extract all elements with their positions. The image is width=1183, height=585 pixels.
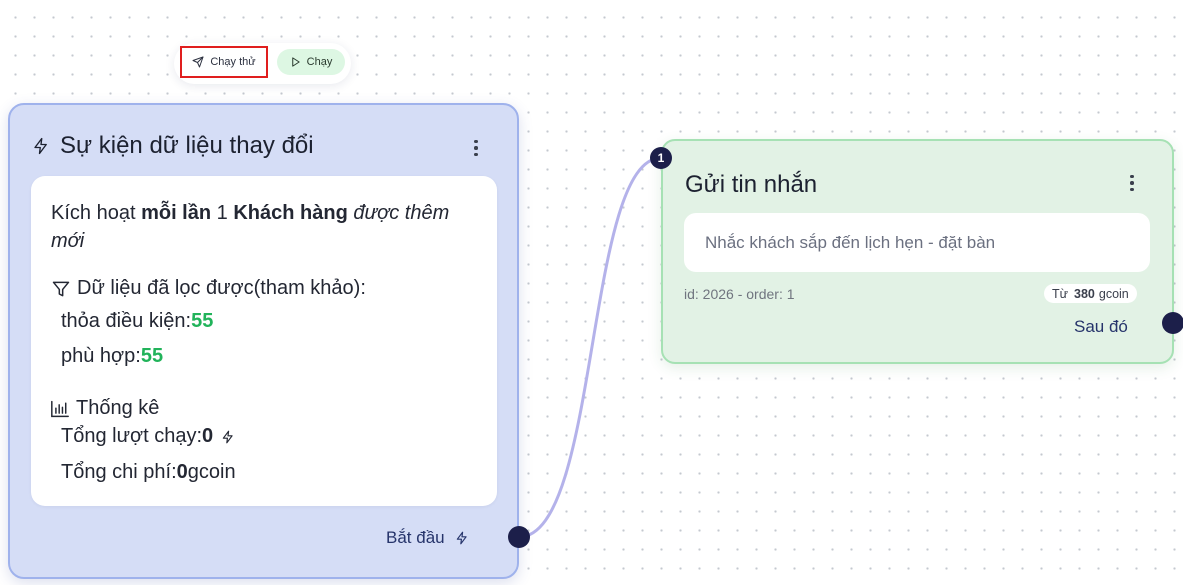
test-run-label: Chạy thử [210, 56, 256, 68]
cost-badge: Từ 380 gcoin [1044, 284, 1137, 303]
bar-chart-icon [51, 400, 69, 417]
connector-line [518, 156, 662, 539]
match-count: 55 [140, 345, 164, 367]
cost-amount: 380 [1074, 286, 1095, 301]
filter-icon [52, 281, 70, 296]
match-label: phù hợp: [61, 345, 141, 367]
trigger-output-handle[interactable] [508, 526, 530, 548]
trigger-menu-button[interactable] [468, 136, 484, 160]
next-output-label[interactable]: Sau đó [1074, 317, 1128, 337]
runs-row: Tổng lượt chạy: 0 [61, 425, 235, 448]
runs-count: 0 [202, 425, 214, 447]
filter-heading: Dữ liệu đã lọc được(tham khảo): [51, 277, 366, 300]
condition-row: thỏa điều kiện: 55 [61, 310, 213, 333]
cost-row: Tổng chi phí: 0 gcoin [61, 461, 236, 484]
test-run-button[interactable]: Chạy thử [180, 46, 268, 78]
trigger-details: Kích hoạt mỗi lần 1 Khách hàng được thêm… [31, 176, 497, 506]
runs-label: Tổng lượt chạy: [61, 425, 203, 447]
filter-heading-text: Dữ liệu đã lọc được(tham khảo): [77, 277, 366, 299]
message-text: Nhắc khách sắp đến lịch hẹn - đặt bàn [705, 232, 996, 252]
cost-prefix: Từ [1052, 286, 1069, 301]
desc-prefix: Kích hoạt [51, 202, 142, 224]
stats-heading: Thống kê [50, 397, 159, 420]
run-button[interactable]: Chạy [277, 49, 345, 75]
trigger-title: Sự kiện dữ liệu thay đổi [60, 132, 314, 159]
condition-label: thỏa điều kiện: [61, 310, 192, 332]
cost-label: Tổng chi phí: [61, 461, 177, 483]
match-row: phù hợp: 55 [61, 345, 163, 368]
lightning-icon [222, 430, 233, 443]
action-menu-button[interactable] [1124, 171, 1140, 195]
stats-heading-text: Thống kê [76, 397, 160, 419]
cost-value: 0 [176, 461, 188, 483]
action-order-badge[interactable]: 1 [650, 147, 672, 169]
cost-unit: gcoin [1098, 286, 1129, 301]
send-icon [192, 56, 204, 68]
trigger-header: Sự kiện dữ liệu thay đổi [32, 132, 314, 160]
run-label: Chạy [306, 56, 333, 68]
action-meta: id: 2026 - order: 1 [684, 286, 795, 302]
action-title: Gửi tin nhắn [685, 171, 818, 198]
start-label-text: Bắt đầu [386, 528, 445, 547]
desc-entity: Khách hàng [233, 202, 348, 224]
message-preview[interactable]: Nhắc khách sắp đến lịch hẹn - đặt bàn [684, 213, 1150, 272]
cost-unit: gcoin [187, 461, 236, 483]
trigger-node[interactable]: Sự kiện dữ liệu thay đổi Kích hoạt mỗi l… [8, 103, 519, 579]
lightning-icon [34, 137, 47, 155]
lightning-icon [456, 531, 467, 545]
desc-count: 1 [211, 202, 234, 224]
condition-count: 55 [191, 310, 214, 332]
desc-frequency: mỗi lần [141, 202, 212, 224]
start-output-label[interactable]: Bắt đầu [386, 528, 469, 548]
node-toolbar: Chạy thử Chạy [174, 43, 351, 84]
trigger-description: Kích hoạt mỗi lần 1 Khách hàng được thêm… [51, 199, 481, 255]
action-output-handle[interactable] [1162, 312, 1183, 334]
action-node[interactable]: Gửi tin nhắn Nhắc khách sắp đến lịch hẹn… [661, 139, 1174, 364]
play-icon [291, 57, 300, 67]
